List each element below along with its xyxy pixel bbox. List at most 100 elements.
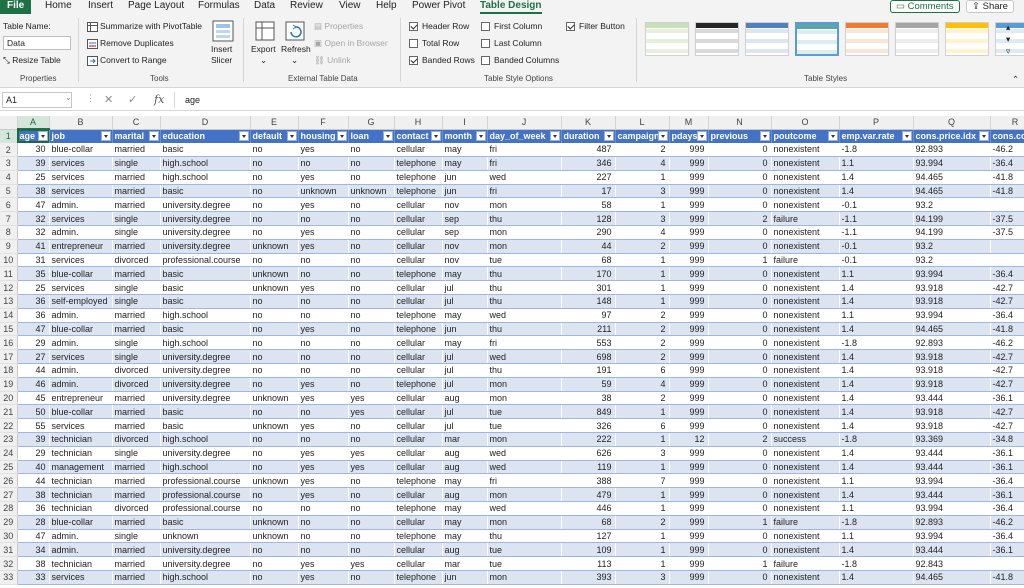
table-cell[interactable]: 191 [561,363,615,378]
table-cell[interactable]: yes [298,473,348,489]
table-cell[interactable]: 999 [669,335,708,351]
table-cell[interactable]: married [112,542,160,558]
table-cell[interactable]: 0 [708,404,771,420]
table-cell[interactable]: 40 [17,460,49,475]
table-cell[interactable]: sep [442,225,487,240]
table-cell[interactable]: high.school [160,432,250,447]
table-cell[interactable]: 999 [669,377,708,392]
table-cell[interactable]: -42.7 [990,280,1024,296]
table-cell[interactable]: failure [771,211,839,227]
table-cell[interactable]: 0 [708,418,771,434]
table-cell[interactable]: wed [487,349,561,365]
table-cell[interactable]: 4 [615,377,669,392]
table-cell[interactable]: 1 [615,266,669,282]
table-cell[interactable]: 999 [669,473,708,489]
table-cell[interactable]: no [298,156,348,171]
table-cell[interactable]: -36.1 [990,487,1024,503]
table-cell[interactable]: no [250,446,298,461]
filter-button-checkbox[interactable] [566,22,575,31]
table-cell[interactable]: admin. [49,335,112,351]
tab-home[interactable]: Home [45,0,72,14]
column-header[interactable]: F [298,116,349,130]
table-cell[interactable]: unknown [250,418,298,434]
table-cell[interactable]: 0 [708,266,771,282]
table-cell[interactable]: married [112,322,160,337]
table-cell[interactable]: -34.8 [990,432,1024,447]
table-cell[interactable]: 4 [615,225,669,240]
table-cell[interactable]: telephone [394,529,442,544]
table-cell[interactable]: no [250,542,298,558]
table-cell[interactable]: cellular [394,239,442,254]
column-header[interactable]: Q [913,116,991,130]
row-number[interactable]: 18 [0,363,18,378]
table-cell[interactable]: telephone [394,170,442,185]
table-cell[interactable]: nonexistent [771,197,839,213]
table-cell[interactable]: 1 [615,294,669,309]
table-cell[interactable]: cellular [394,542,442,558]
table-cell[interactable]: 2 [615,515,669,530]
table-cell[interactable]: no [250,322,298,337]
table-cell[interactable]: 1.1 [839,156,913,171]
table-cell[interactable]: married [112,515,160,530]
table-cell[interactable]: 127 [561,529,615,544]
table-cell[interactable]: 2 [615,142,669,158]
tab-insert[interactable]: Insert [88,0,113,14]
table-cell[interactable]: no [348,225,394,240]
table-cell[interactable]: -1.8 [839,335,913,351]
row-number[interactable]: 25 [0,460,18,475]
table-header-cell[interactable]: loan [348,129,395,143]
table-cell[interactable]: jul [442,377,487,392]
table-cell[interactable]: yes [298,418,348,434]
table-cell[interactable]: 0 [708,322,771,337]
tab-power-pivot[interactable]: Power Pivot [412,0,465,14]
table-cell[interactable]: -36.4 [990,529,1024,544]
table-cell[interactable]: no [348,211,394,227]
table-cell[interactable]: divorced [112,253,160,268]
table-cell[interactable]: no [250,570,298,585]
table-cell[interactable]: no [348,197,394,213]
table-cell[interactable]: married [112,487,160,503]
share-button[interactable]: ⇪ Share [966,0,1014,13]
table-cell[interactable]: yes [298,322,348,337]
table-cell[interactable]: 999 [669,308,708,323]
table-cell[interactable]: jul [442,294,487,309]
table-cell[interactable]: 0 [708,487,771,503]
row-number[interactable]: 11 [0,266,18,282]
table-cell[interactable]: basic [160,322,250,337]
table-cell[interactable]: thu [487,294,561,309]
table-cell[interactable]: 388 [561,473,615,489]
table-cell[interactable]: failure [771,515,839,530]
table-cell[interactable]: unknown [250,266,298,282]
table-cell[interactable]: cellular [394,515,442,530]
table-header-cell[interactable]: campaign [615,129,670,143]
table-cell[interactable]: 0 [708,529,771,544]
table-cell[interactable]: university.degree [160,542,250,558]
table-cell[interactable]: 36 [17,308,49,323]
table-cell[interactable]: 148 [561,294,615,309]
table-cell[interactable]: -36.1 [990,460,1024,475]
column-header[interactable]: R [990,116,1024,130]
column-header[interactable]: G [348,116,395,130]
gallery-more-icon[interactable]: ▿ [1006,46,1010,57]
row-number[interactable]: 9 [0,239,18,254]
table-cell[interactable]: 1.4 [839,404,913,420]
table-cell[interactable]: 999 [669,529,708,544]
comments-button[interactable]: ▭ Comments [890,0,960,13]
table-cell[interactable]: 0 [708,335,771,351]
table-cell[interactable]: 0 [708,197,771,213]
table-cell[interactable]: mar [442,432,487,447]
table-cell[interactable]: married [112,556,160,571]
tab-table-design[interactable]: Table Design [480,0,542,14]
table-cell[interactable]: 487 [561,142,615,158]
table-cell[interactable]: cellular [394,335,442,351]
table-style-swatch[interactable] [945,22,989,56]
table-cell[interactable]: no [348,335,394,351]
table-cell[interactable]: basic [160,280,250,296]
table-cell[interactable]: 94.465 [913,322,990,337]
total-row-checkbox[interactable] [409,39,418,48]
table-cell[interactable]: -41.8 [990,570,1024,585]
table-cell[interactable]: 6 [615,363,669,378]
table-cell[interactable]: nonexistent [771,349,839,365]
table-cell[interactable]: 0 [708,473,771,489]
table-cell[interactable]: 999 [669,266,708,282]
